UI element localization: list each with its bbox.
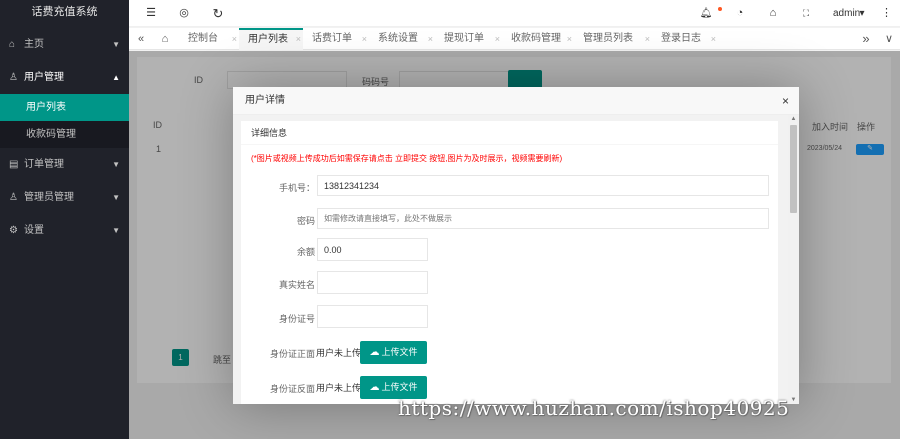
upload-button-label: 上传文件 <box>381 382 418 392</box>
theme-icon[interactable]: ◎ <box>176 0 192 27</box>
chevron-down-icon: ▼ <box>112 160 120 169</box>
id-number-label: 身份证号 <box>278 314 315 324</box>
dialog-body: 详细信息 (*图片或视频上传成功后如需保存请点击 立即提交 按钮,图片为及时展示… <box>233 115 799 404</box>
tab-withdraw-orders[interactable]: 提现订单 × <box>435 28 502 50</box>
close-icon[interactable]: × <box>645 28 650 50</box>
chevron-down-icon: ▼ <box>112 226 120 235</box>
dialog-header: 用户详情 × <box>233 87 799 115</box>
sidebar-item-label: 订单管理 <box>24 159 64 170</box>
sidebar-subnav: 用户列表 收款码管理 <box>0 94 129 148</box>
close-icon[interactable]: × <box>232 28 237 50</box>
app-title: 话费充值系统 <box>31 6 98 18</box>
detail-card: 详细信息 (*图片或视频上传成功后如需保存请点击 立即提交 按钮,图片为及时展示… <box>241 121 778 404</box>
tab-payment-code[interactable]: 收款码管理 × <box>502 28 574 50</box>
user-icon: ♙ <box>9 72 18 83</box>
more-icon[interactable]: ⋮ <box>881 0 892 27</box>
phone-field[interactable] <box>317 175 769 196</box>
sidebar-item-user-list[interactable]: 用户列表 <box>0 94 129 121</box>
tab-label: 用户列表 <box>248 34 288 45</box>
user-detail-dialog: 用户详情 × 详细信息 (*图片或视频上传成功后如需保存请点击 立即提交 按钮,… <box>233 87 799 404</box>
chevron-up-icon: ▲ <box>112 73 120 82</box>
real-name-field[interactable] <box>317 271 428 294</box>
close-icon[interactable]: × <box>495 28 500 50</box>
cloud-upload-icon: ☁ <box>369 382 380 393</box>
close-icon[interactable]: × <box>428 28 433 50</box>
sidebar-item-label: 主页 <box>24 39 44 50</box>
tab-login-log[interactable]: 登录日志 × <box>652 28 718 50</box>
menu-toggle-icon[interactable]: ☰ <box>143 0 159 27</box>
watermark-text: https://www.huzhan.com/ishop40925 <box>398 396 790 420</box>
id-front-status: 用户未上传 <box>316 348 362 358</box>
cloud-upload-icon: ☁ <box>369 347 380 358</box>
scroll-down-icon[interactable]: ▼ <box>788 396 799 404</box>
page-tabs: « ⌂ 控制台 × 用户列表 × 话费订单 × 系统设置 × 提现订单 × 收款… <box>129 28 900 50</box>
chevron-down-icon: ▼ <box>112 193 120 202</box>
tabs-next-icon[interactable]: » <box>855 28 877 50</box>
tab-label: 收款码管理 <box>511 33 561 44</box>
scroll-thumb[interactable] <box>790 125 797 213</box>
phone-label: 手机号： <box>278 183 315 193</box>
sidebar-item-home[interactable]: ⌂ 主页 ▼ <box>0 28 129 61</box>
chevron-down-icon[interactable]: ▾ <box>858 0 866 27</box>
sidebar-item-label: 设置 <box>24 225 44 236</box>
tab-recharge-orders[interactable]: 话费订单 × <box>303 28 369 50</box>
admin-icon: ♙ <box>9 192 18 203</box>
tab-label: 话费订单 <box>312 33 352 44</box>
tab-admin-list[interactable]: 管理员列表 × <box>574 28 652 50</box>
dialog-title: 用户详情 <box>245 95 285 106</box>
tab-console[interactable]: 控制台 × <box>179 28 239 50</box>
sidebar-item-payment-code[interactable]: 收款码管理 <box>0 121 129 148</box>
balance-field[interactable] <box>317 238 428 261</box>
gear-icon: ⚙ <box>9 225 18 236</box>
sidebar-item-label: 用户管理 <box>24 72 64 83</box>
refresh-icon[interactable]: ↻ <box>210 0 226 27</box>
scroll-up-icon[interactable]: ▲ <box>788 115 799 123</box>
top-header: ☰ ◎ ↻ 🔔︎ ◔ ⌂ ⛶ admin ▾ ⋮ <box>129 0 900 27</box>
password-label: 密码 <box>296 216 315 226</box>
tabs-menu-icon[interactable]: ∨ <box>878 28 900 50</box>
tabs-prev-icon[interactable]: « <box>130 28 152 50</box>
sidebar: 话费充值系统 ⌂ 主页 ▼ ♙ 用户管理 ▲ 用户列表 收款码管理 ▤ 订单管理… <box>0 0 129 439</box>
section-title: 详细信息 <box>241 121 778 145</box>
tab-label: 管理员列表 <box>583 33 633 44</box>
sidebar-item-label: 管理员管理 <box>24 192 74 203</box>
list-icon: ▤ <box>9 159 19 170</box>
sidebar-item-settings[interactable]: ⚙ 设置 ▼ <box>0 214 129 247</box>
close-icon[interactable]: × <box>782 87 789 115</box>
tab-label: 控制台 <box>188 33 218 44</box>
tab-label: 系统设置 <box>378 33 418 44</box>
upload-notice: (*图片或视频上传成功后如需保存请点击 立即提交 按钮,图片为及时展示，视频需要… <box>251 154 563 163</box>
close-icon[interactable]: × <box>362 28 367 50</box>
tab-label: 登录日志 <box>661 33 701 44</box>
dashboard-icon[interactable]: ◔ <box>732 0 748 27</box>
tag-icon[interactable]: ⌂ <box>765 0 781 27</box>
tab-user-list[interactable]: 用户列表 × <box>239 28 303 50</box>
notification-dot <box>718 7 722 11</box>
sidebar-item-orders[interactable]: ▤ 订单管理 ▼ <box>0 148 129 181</box>
id-back-label: 身份证反面 <box>269 384 315 394</box>
password-field[interactable] <box>317 208 769 229</box>
sidebar-item-admins[interactable]: ♙ 管理员管理 ▼ <box>0 181 129 214</box>
balance-label: 余额 <box>296 247 315 257</box>
user-menu[interactable]: admin <box>833 0 860 27</box>
tab-system-settings[interactable]: 系统设置 × <box>369 28 435 50</box>
close-icon[interactable]: × <box>567 28 572 50</box>
upload-button-label: 上传文件 <box>381 347 418 357</box>
home-icon: ⌂ <box>9 39 16 50</box>
bell-icon[interactable]: 🔔︎ <box>698 0 714 27</box>
id-front-upload-button[interactable]: ☁ 上传文件 <box>360 341 427 364</box>
close-icon[interactable]: × <box>296 30 301 49</box>
fullscreen-icon[interactable]: ⛶ <box>798 0 814 27</box>
chevron-down-icon: ▼ <box>112 40 120 49</box>
id-back-status: 用户未上传 <box>316 383 362 393</box>
sidebar-item-user-management[interactable]: ♙ 用户管理 ▲ <box>0 61 129 94</box>
real-name-label: 真实姓名 <box>278 280 315 290</box>
id-number-field[interactable] <box>317 305 428 328</box>
close-icon[interactable]: × <box>711 28 716 50</box>
tab-home-icon[interactable]: ⌂ <box>154 28 176 50</box>
dialog-scrollbar[interactable]: ▲ ▼ <box>788 115 799 404</box>
id-front-label: 身份证正面 <box>269 349 315 359</box>
tab-label: 提现订单 <box>444 33 484 44</box>
